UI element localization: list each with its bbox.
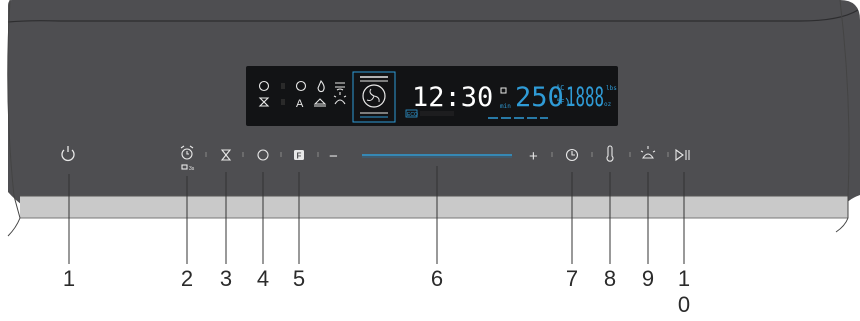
callout-2: 2: [180, 266, 194, 291]
auto-A-icon: A: [296, 98, 304, 110]
callout-8: 8: [603, 266, 617, 291]
callout-9: 9: [641, 266, 655, 291]
callout-4: 4: [256, 266, 270, 291]
celsius-unit: °C: [556, 84, 564, 92]
panel-bottom-rail: [20, 196, 848, 218]
callout-3: 3: [219, 266, 233, 291]
weight-readout: 1888: [566, 82, 604, 113]
program-segments: [420, 111, 454, 116]
callout-1: 1: [62, 266, 76, 291]
lock-hold-label: 3s: [189, 166, 195, 172]
callout-10-digit-1: 1: [677, 266, 691, 291]
weight-unit-lbs: lbs: [606, 85, 617, 92]
fahrenheit-unit: °F: [556, 98, 564, 106]
callout-5: 5: [292, 266, 306, 291]
weight-unit-oz: oz: [604, 101, 612, 108]
lcd-divider-a: [281, 83, 285, 89]
slider-minus[interactable]: −: [329, 148, 338, 165]
oven-control-panel-diagram: A 12:30 min ECO 2 5 0 °C °F 1888 lbs oz 3s…: [0, 0, 860, 317]
eco-badge: ECO: [407, 112, 418, 118]
callout-6: 6: [430, 266, 444, 291]
callout-10-digit-0: 0: [677, 292, 691, 317]
lcd-divider-b: [281, 99, 285, 105]
callout-7: 7: [565, 266, 579, 291]
slider-plus[interactable]: +: [529, 148, 538, 165]
time-readout: 12:30: [412, 82, 493, 113]
time-unit-label: min: [500, 103, 511, 110]
function-button-glyph: F: [297, 152, 302, 161]
